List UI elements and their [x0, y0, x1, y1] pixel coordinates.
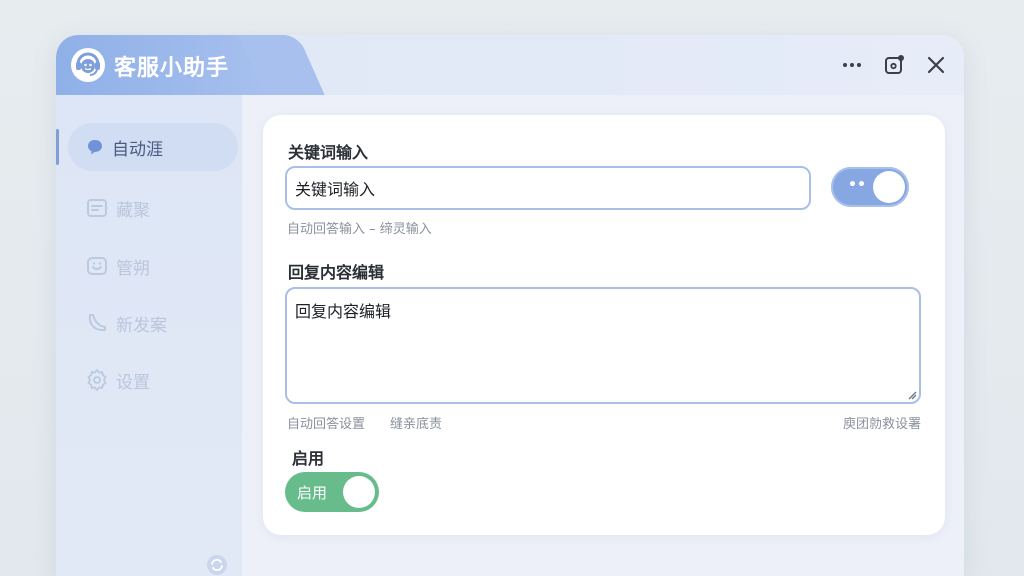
- enable-toggle-text: 启用: [297, 484, 328, 502]
- app-window: 客服小助手 自动涯 藏聚 管朔 新发案 设置 关键词输入 关键词输入 •• 自动…: [56, 35, 964, 576]
- close-button[interactable]: [922, 51, 950, 79]
- resize-grip-icon[interactable]: [907, 390, 917, 400]
- more-options-button[interactable]: [838, 51, 866, 79]
- screenshot-icon: [885, 55, 904, 74]
- more-dots-icon: [843, 63, 861, 67]
- customer-service-logo-icon: [71, 48, 105, 82]
- toggle-knob: [873, 171, 905, 203]
- screenshot-button[interactable]: [880, 51, 908, 79]
- toggle-knob: [343, 476, 375, 508]
- sidebar-item-collection[interactable]: 藏聚: [68, 184, 238, 232]
- reply-hint-left: 自动回答设置: [287, 417, 366, 432]
- reply-hint-mid: 缝亲底责: [390, 417, 443, 432]
- gear-icon: [87, 369, 107, 391]
- reply-label: 回复内容编辑: [288, 263, 385, 282]
- reply-content-textarea[interactable]: 回复内容编辑: [285, 287, 921, 404]
- sidebar-item-manage[interactable]: 管朔: [68, 242, 238, 290]
- sync-icon[interactable]: [206, 554, 228, 576]
- sidebar: 自动涯 藏聚 管朔 新发案 设置: [56, 95, 242, 576]
- title-bar: 客服小助手: [56, 35, 964, 95]
- window-controls: [838, 51, 950, 79]
- sidebar-item-label: 新发案: [116, 315, 167, 336]
- sidebar-item-label: 自动涯: [112, 139, 163, 160]
- keyword-input[interactable]: [285, 166, 811, 210]
- keyword-hint: 自动回答输入 – 缔灵输入: [287, 222, 432, 237]
- sidebar-item-settings[interactable]: 设置: [68, 356, 238, 404]
- keyword-label: 关键词输入: [288, 143, 369, 162]
- sidebar-item-label: 管朔: [116, 258, 150, 279]
- sidebar-item-new-case[interactable]: 新发案: [68, 299, 238, 347]
- auto-reply-card: 关键词输入 •• 自动回答输入 – 缔灵输入 回复内容编辑 回复内容编辑 自动回…: [263, 115, 945, 535]
- keyword-toggle[interactable]: ••: [831, 167, 909, 207]
- enable-label: 启用: [292, 449, 325, 468]
- chat-bubble-icon: [88, 140, 102, 155]
- reply-hint-right: 庾团勍救设署: [842, 417, 921, 432]
- leaf-icon: [88, 314, 106, 331]
- sidebar-item-label: 设置: [116, 372, 150, 393]
- app-title: 客服小助手: [114, 56, 230, 81]
- smile-box-icon: [87, 257, 107, 275]
- toggle-dots: ••: [848, 177, 866, 193]
- sidebar-item-label: 藏聚: [116, 200, 150, 221]
- sidebar-item-auto-reply[interactable]: 自动涯: [56, 123, 238, 171]
- close-icon: [927, 56, 945, 74]
- note-icon: [87, 199, 107, 217]
- enable-toggle[interactable]: 启用: [285, 472, 379, 512]
